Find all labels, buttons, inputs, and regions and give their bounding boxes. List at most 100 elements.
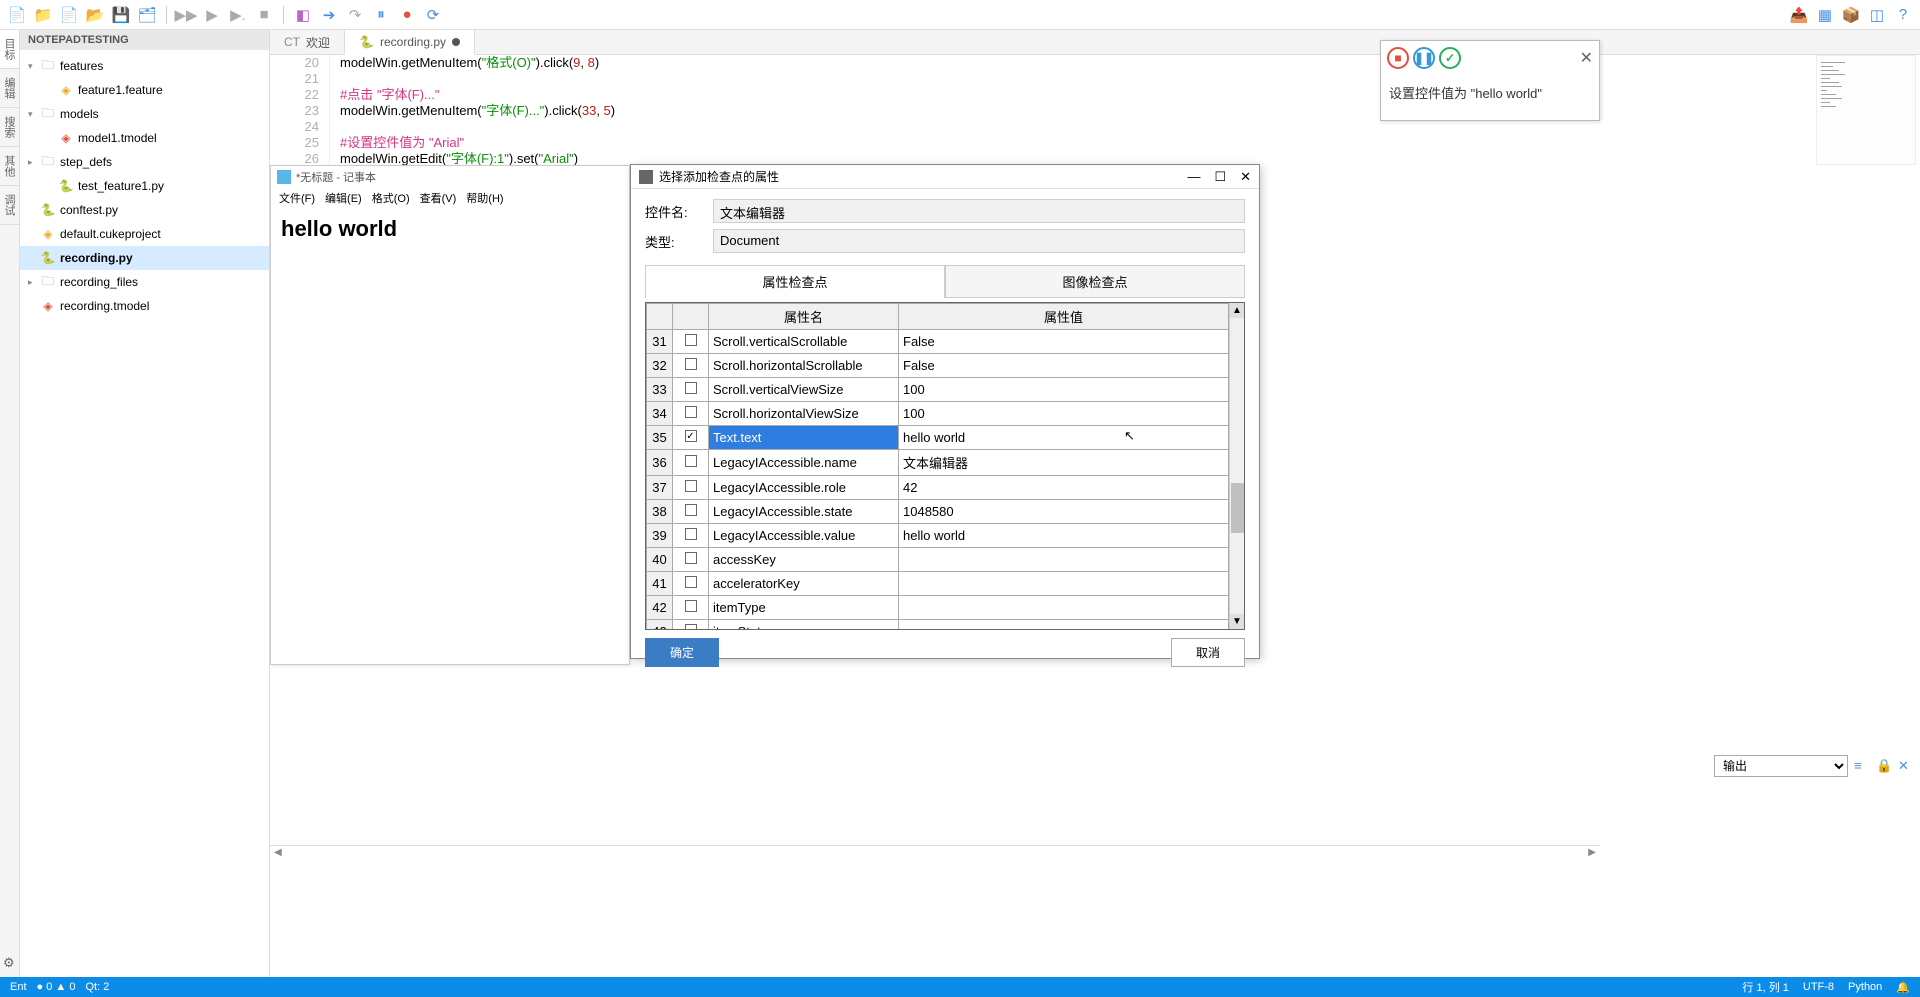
property-value-cell[interactable]: 100: [899, 378, 1229, 402]
row-checkbox-cell[interactable]: [673, 402, 709, 426]
row-checkbox-cell[interactable]: [673, 450, 709, 476]
row-checkbox-cell[interactable]: [673, 426, 709, 450]
table-row[interactable]: 37LegacyIAccessible.role42: [647, 476, 1229, 500]
table-row[interactable]: 35Text.texthello world: [647, 426, 1229, 450]
scroll-right-icon[interactable]: ▶: [1588, 847, 1596, 858]
code-content[interactable]: modelWin.getMenuItem("格式(O)").click(9, 8…: [330, 55, 1920, 165]
property-name-cell[interactable]: accessKey: [709, 548, 899, 572]
play-icon[interactable]: ▶▶: [177, 6, 195, 24]
row-checkbox-cell[interactable]: [673, 500, 709, 524]
scroll-up-icon[interactable]: ▲: [1230, 303, 1244, 318]
table-row[interactable]: 36LegacyIAccessible.name文本编辑器: [647, 450, 1229, 476]
output-lock-icon[interactable]: 🔒: [1876, 758, 1892, 774]
property-name-cell[interactable]: LegacyIAccessible.name: [709, 450, 899, 476]
save-icon[interactable]: 💾: [112, 6, 130, 24]
row-checkbox-cell[interactable]: [673, 620, 709, 631]
row-checkbox-cell[interactable]: [673, 548, 709, 572]
property-value-cell[interactable]: [899, 548, 1229, 572]
notepad-text-area[interactable]: hello world: [271, 208, 629, 250]
code-editor[interactable]: 20212223242526 modelWin.getMenuItem("格式(…: [270, 55, 1920, 165]
editor-tab-welcome[interactable]: CT 欢迎: [270, 30, 345, 54]
property-value-cell[interactable]: [899, 572, 1229, 596]
step-into-icon[interactable]: ↷: [346, 6, 364, 24]
property-name-cell[interactable]: Scroll.verticalViewSize: [709, 378, 899, 402]
property-name-cell[interactable]: Scroll.verticalScrollable: [709, 330, 899, 354]
stop-icon[interactable]: ●: [398, 6, 416, 24]
tree-item[interactable]: 🐍test_feature1.py: [20, 174, 269, 198]
recorder-close-icon[interactable]: ✕: [1580, 48, 1593, 68]
table-row[interactable]: 39LegacyIAccessible.valuehello world: [647, 524, 1229, 548]
property-value-cell[interactable]: False: [899, 354, 1229, 378]
layout-icon[interactable]: ◫: [1868, 6, 1886, 24]
table-row[interactable]: 32Scroll.horizontalScrollableFalse: [647, 354, 1229, 378]
property-value-cell[interactable]: [899, 620, 1229, 631]
minimize-icon[interactable]: —: [1187, 169, 1200, 185]
scroll-left-icon[interactable]: ◀: [274, 847, 282, 858]
save-all-icon[interactable]: 🗂: [138, 6, 156, 24]
tab-image-checkpoint[interactable]: 图像检查点: [945, 265, 1245, 298]
property-name-cell[interactable]: LegacyIAccessible.role: [709, 476, 899, 500]
upload-icon[interactable]: 📤: [1790, 6, 1808, 24]
grid-icon[interactable]: ▦: [1816, 6, 1834, 24]
row-checkbox-cell[interactable]: [673, 596, 709, 620]
open-doc-icon[interactable]: 📂: [86, 6, 104, 24]
table-row[interactable]: 31Scroll.verticalScrollableFalse: [647, 330, 1229, 354]
ok-button[interactable]: 确定: [645, 638, 719, 667]
table-row[interactable]: 33Scroll.verticalViewSize100: [647, 378, 1229, 402]
notepad-menu-edit[interactable]: 编辑(E): [325, 190, 362, 206]
checkbox-icon[interactable]: [685, 600, 697, 612]
tree-item[interactable]: ▾🗀models: [20, 102, 269, 126]
scroll-thumb[interactable]: [1231, 483, 1244, 533]
row-checkbox-cell[interactable]: [673, 572, 709, 596]
checkbox-icon[interactable]: [685, 334, 697, 346]
table-row[interactable]: 40accessKey: [647, 548, 1229, 572]
table-row[interactable]: 41acceleratorKey: [647, 572, 1229, 596]
tree-item[interactable]: ◈model1.tmodel: [20, 126, 269, 150]
table-row[interactable]: 43itemStatus: [647, 620, 1229, 631]
record-pause-icon[interactable]: ❚❚: [1413, 47, 1435, 69]
step-over-icon[interactable]: ➔: [320, 6, 338, 24]
tab-property-checkpoint[interactable]: 属性检查点: [645, 265, 945, 298]
tree-item[interactable]: ◈recording.tmodel: [20, 294, 269, 318]
pause-icon[interactable]: ⏸: [372, 6, 390, 24]
status-errors[interactable]: ● 0 ▲ 0: [37, 981, 76, 993]
package-icon[interactable]: 📦: [1842, 6, 1860, 24]
vtab[interactable]: 搜索: [0, 108, 19, 147]
open-folder-icon[interactable]: 📁: [34, 6, 52, 24]
checkbox-icon[interactable]: [685, 382, 697, 394]
property-value-cell[interactable]: [899, 596, 1229, 620]
tree-item[interactable]: 🐍recording.py: [20, 246, 269, 270]
notepad-menu-format[interactable]: 格式(O): [372, 190, 410, 206]
cancel-button[interactable]: 取消: [1171, 638, 1245, 667]
status-language[interactable]: Python: [1848, 981, 1882, 993]
stop-gray-icon[interactable]: ■: [255, 6, 273, 24]
output-clear-icon[interactable]: ✕: [1898, 758, 1914, 774]
checkbox-icon[interactable]: [685, 504, 697, 516]
help-icon[interactable]: ?: [1894, 6, 1912, 24]
notepad-titlebar[interactable]: *无标题 - 记事本: [271, 166, 629, 188]
property-value-cell[interactable]: 100: [899, 402, 1229, 426]
property-name-cell[interactable]: itemStatus: [709, 620, 899, 631]
step-icon[interactable]: ◧: [294, 6, 312, 24]
status-ent[interactable]: Ent: [10, 981, 27, 993]
status-notifications-icon[interactable]: 🔔: [1896, 981, 1910, 994]
status-encoding[interactable]: UTF-8: [1803, 981, 1834, 993]
checkbox-icon[interactable]: [685, 455, 697, 467]
tree-item[interactable]: ▸🗀recording_files: [20, 270, 269, 294]
property-name-cell[interactable]: itemType: [709, 596, 899, 620]
checkbox-icon[interactable]: [685, 430, 697, 442]
status-qt[interactable]: Qt: 2: [85, 981, 109, 993]
editor-tab-recording[interactable]: 🐍 recording.py: [345, 30, 475, 55]
vtab[interactable]: 目标: [0, 30, 19, 69]
dialog-titlebar[interactable]: 选择添加检查点的属性 — ☐ ✕: [631, 165, 1259, 189]
vtab[interactable]: 编辑: [0, 69, 19, 108]
close-icon[interactable]: ✕: [1240, 169, 1251, 185]
property-value-cell[interactable]: 文本编辑器: [899, 450, 1229, 476]
new-file-icon[interactable]: 📄: [8, 6, 26, 24]
run-icon[interactable]: ▶: [203, 6, 221, 24]
record-stop-icon[interactable]: ■: [1387, 47, 1409, 69]
row-checkbox-cell[interactable]: [673, 330, 709, 354]
scroll-down-icon[interactable]: ▼: [1230, 614, 1244, 629]
checkbox-icon[interactable]: [685, 406, 697, 418]
checkbox-icon[interactable]: [685, 552, 697, 564]
